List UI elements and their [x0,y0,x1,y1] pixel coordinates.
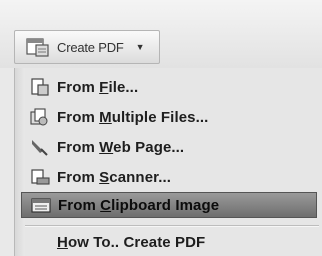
menu-item-from-file[interactable]: From File... [21,74,317,100]
menu-item-from-scanner[interactable]: From Scanner... [21,164,317,190]
blank-icon-slot [29,231,51,253]
menu-separator [25,225,319,226]
menu-item-label: From Scanner... [57,168,172,186]
menu-item-from-web-page[interactable]: From Web Page... [21,134,317,160]
menu-item-label: From File... [57,78,139,96]
file-icon [31,78,49,96]
menu-item-label: From Web Page... [57,138,185,156]
menu-item-label: How To.. Create PDF [57,233,206,251]
create-pdf-menu: From File... From Multiple Files... From… [14,68,322,256]
create-pdf-icon [26,38,49,57]
toolbar: Create PDF ▼ [0,0,322,68]
scanner-icon [31,169,50,185]
create-pdf-button[interactable]: Create PDF ▼ [14,30,160,64]
create-pdf-label: Create PDF [57,39,124,55]
menu-item-how-to-create-pdf[interactable]: How To.. Create PDF [21,229,317,255]
menu-item-from-multiple-files[interactable]: From Multiple Files... [21,104,317,130]
menu-item-label: From Clipboard Image [58,196,220,214]
web-page-icon [32,140,48,156]
multiple-files-icon [30,108,48,126]
menu-item-from-clipboard-image[interactable]: From Clipboard Image [21,192,317,218]
menu-item-label: From Multiple Files... [57,108,209,126]
chevron-down-icon[interactable]: ▼ [136,42,145,52]
clipboard-icon [31,198,51,213]
